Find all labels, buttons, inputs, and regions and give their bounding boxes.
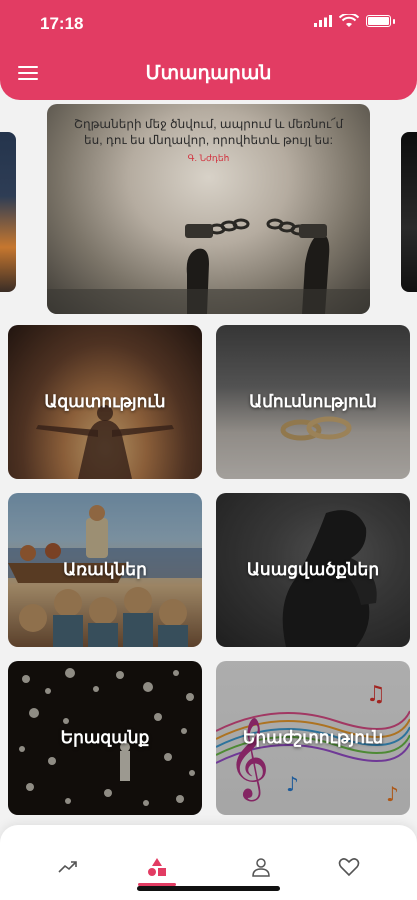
quote-author: Գ. Նժդեհ <box>187 153 230 163</box>
cellular-icon <box>314 15 332 27</box>
home-indicator <box>137 886 280 891</box>
category-label: Ազատություն <box>44 392 166 411</box>
carousel-prev-slide[interactable] <box>0 132 16 292</box>
category-card-music[interactable]: 𝄞 ♫ ♪ ♪ Երաժշտություն <box>216 661 410 815</box>
category-card-proverbs[interactable]: Ասացվածքներ <box>216 493 410 647</box>
battery-tip <box>393 18 395 24</box>
carousel-slide[interactable]: Շղթաների մեջ ծնվում, ապրում և մեռնու՜մ ե… <box>47 104 370 314</box>
page-title: Մտադարան <box>145 63 272 84</box>
quote-text: Շղթաների մեջ ծնվում, ապրում և մեռնու՜մ ե… <box>73 117 344 147</box>
category-label: Երազանք <box>60 728 150 747</box>
carousel-next-slide[interactable] <box>401 132 417 292</box>
quote-carousel[interactable]: Շղթաների մեջ ծնվում, ապրում և մեռնու՜մ ե… <box>0 104 417 314</box>
category-card-marriage[interactable]: Ամուսնություն <box>216 325 410 479</box>
user-icon[interactable] <box>249 855 273 879</box>
status-time: 17:18 <box>40 14 84 33</box>
category-label: Ասացվածքներ <box>246 560 380 579</box>
status-icons <box>314 14 395 28</box>
category-card-freedom[interactable]: Ազատություն <box>8 325 202 479</box>
category-label: Առակներ <box>63 560 147 579</box>
battery-icon <box>366 15 391 27</box>
slide-quote: Շղթաների մեջ ծնվում, ապրում և մեռնու՜մ ե… <box>67 116 350 166</box>
categories-icon[interactable] <box>145 855 169 879</box>
category-label: Ամուսնություն <box>249 392 377 411</box>
heart-icon[interactable] <box>337 855 361 879</box>
app-header: 17:18 Մտադարան <box>0 0 417 100</box>
wifi-icon <box>339 14 359 27</box>
category-label: Երաժշտություն <box>242 728 384 747</box>
trending-icon[interactable] <box>56 855 80 879</box>
category-card-parables[interactable]: Առակներ <box>8 493 202 647</box>
chains-illustration <box>47 218 370 314</box>
category-card-dream[interactable]: Երազանք <box>8 661 202 815</box>
